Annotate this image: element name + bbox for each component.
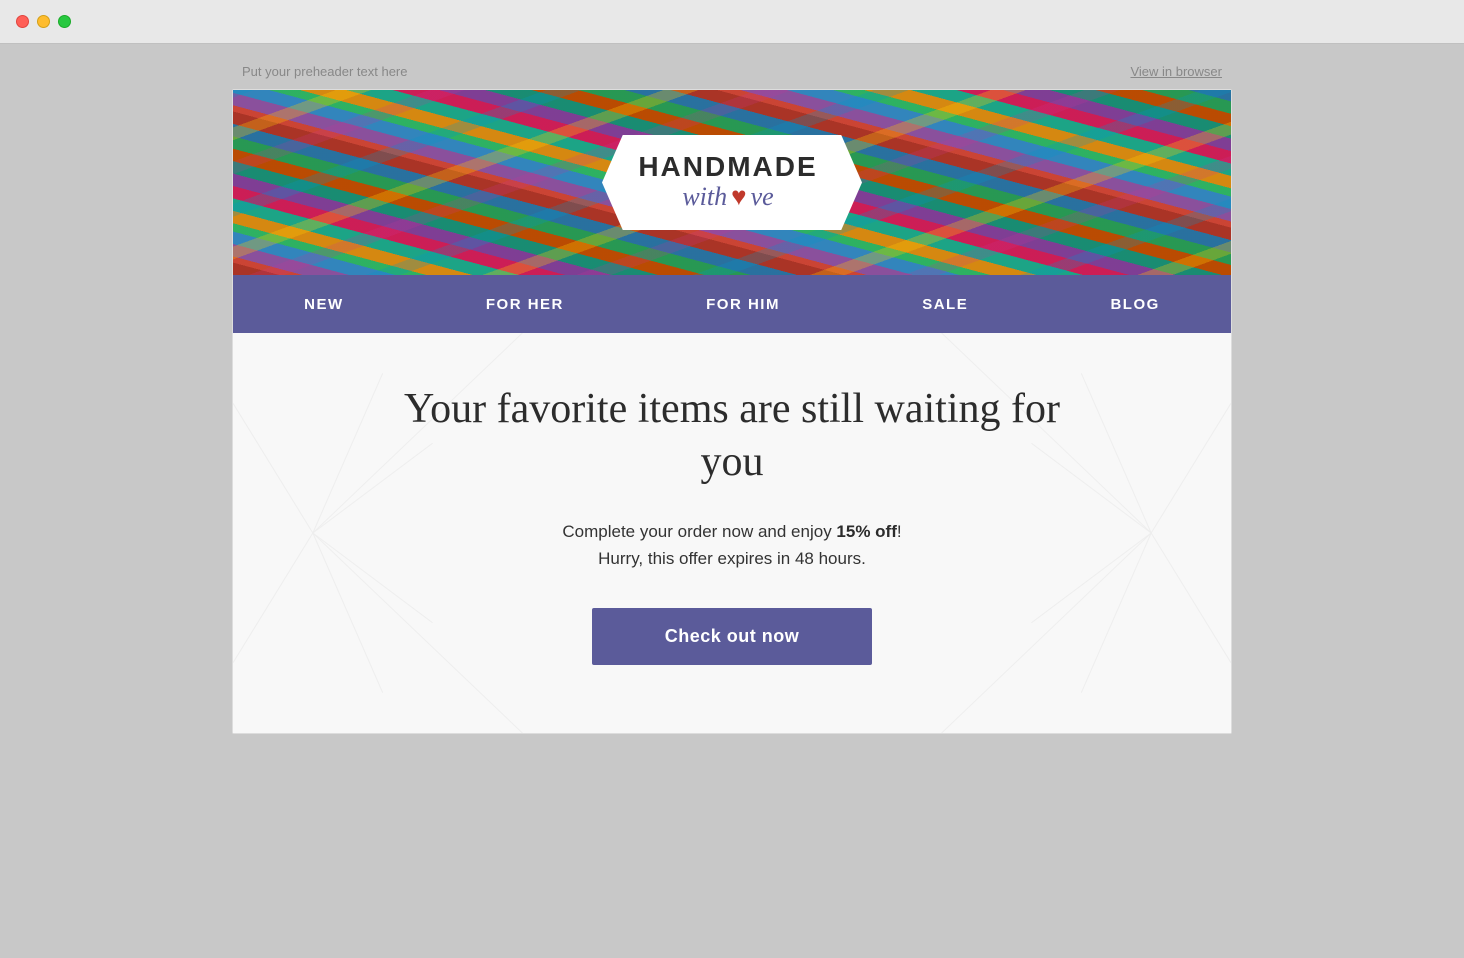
heart-icon: ♥ [731, 181, 746, 212]
view-in-browser-link[interactable]: View in browser [1130, 64, 1222, 79]
nav-item-for-him[interactable]: FOR HIM [686, 288, 800, 321]
nav-item-blog[interactable]: BLOG [1090, 288, 1179, 321]
preheader-row: Put your preheader text here View in bro… [232, 64, 1232, 89]
content-inner: Your favorite items are still waiting fo… [313, 383, 1151, 665]
brand-script-love: ve [751, 181, 774, 212]
nav-item-new[interactable]: NEW [284, 288, 364, 321]
minimize-button[interactable] [37, 15, 50, 28]
close-button[interactable] [16, 15, 29, 28]
content-section: Your favorite items are still waiting fo… [233, 333, 1231, 733]
preheader-text: Put your preheader text here [242, 64, 408, 79]
title-bar [0, 0, 1464, 44]
nav-item-for-her[interactable]: FOR HER [466, 288, 584, 321]
subtext-suffix: ! [897, 522, 902, 541]
sub-text: Complete your order now and enjoy 15% of… [313, 518, 1151, 572]
brand-name: HANDMADE [630, 153, 826, 181]
maximize-button[interactable] [58, 15, 71, 28]
nav-item-sale[interactable]: SALE [902, 288, 988, 321]
brand-script-text: with [682, 181, 727, 212]
email-wrapper: Put your preheader text here View in bro… [232, 64, 1232, 734]
brand-script: with ♥ ve [630, 181, 826, 212]
email-card: HANDMADE with ♥ ve NEW FOR HER FOR [232, 89, 1232, 734]
subtext-prefix: Complete your order now and enjoy [562, 522, 836, 541]
discount-text: 15% off [836, 522, 896, 541]
main-background: Put your preheader text here View in bro… [0, 44, 1464, 958]
hero-banner: HANDMADE with ♥ ve [233, 90, 1231, 275]
nav-bar: NEW FOR HER FOR HIM SALE BLOG [233, 275, 1231, 333]
subtext-line2: Hurry, this offer expires in 48 hours. [598, 549, 866, 568]
main-headline: Your favorite items are still waiting fo… [382, 383, 1082, 488]
logo-badge: HANDMADE with ♥ ve [602, 135, 862, 230]
traffic-lights [16, 15, 71, 28]
checkout-button[interactable]: Check out now [592, 608, 872, 665]
